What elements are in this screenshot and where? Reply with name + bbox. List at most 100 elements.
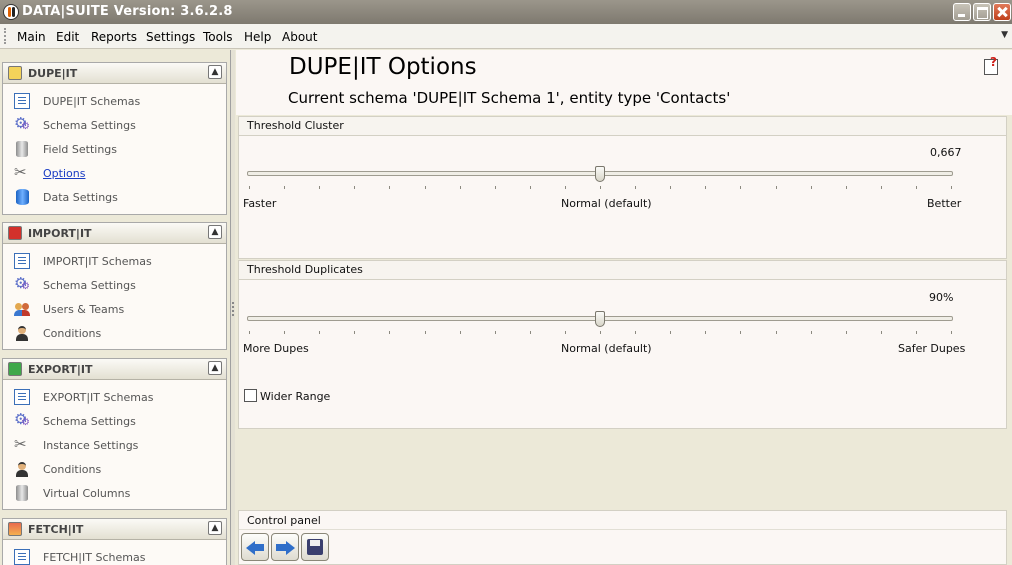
slider-tick	[494, 186, 496, 189]
sidebar-item-schema-settings[interactable]: Schema Settings	[3, 273, 226, 297]
back-button[interactable]	[241, 533, 269, 561]
collapse-chevron-icon[interactable]: ▲	[208, 361, 222, 375]
options-pane: DUPE|IT Options Current schema 'DUPE|IT …	[236, 50, 1012, 565]
sidebar-item-virtual-columns[interactable]: Virtual Columns	[3, 481, 226, 505]
schema-list-icon	[14, 253, 30, 269]
maximize-button[interactable]	[973, 3, 991, 21]
sidebar-item-label: IMPORT|IT Schemas	[43, 255, 152, 268]
minimize-button[interactable]	[953, 3, 971, 21]
group-title: Threshold Duplicates	[239, 261, 1006, 280]
fetchit-section-icon	[8, 522, 22, 536]
slider-tick	[880, 331, 882, 334]
user-icon	[14, 461, 30, 477]
section-header[interactable]: DUPE|IT ▲	[3, 63, 226, 84]
cluster-value: 0,667	[930, 146, 962, 159]
sidebar-item-importit-schemas[interactable]: IMPORT|IT Schemas	[3, 249, 226, 273]
sidebar-item-users-teams[interactable]: Users & Teams	[3, 297, 226, 321]
section-title: IMPORT|IT	[28, 227, 92, 240]
toolbar-grip[interactable]	[4, 28, 9, 44]
slider-tick	[249, 331, 250, 334]
slider-tick	[284, 186, 286, 189]
sidebar-item-options[interactable]: Options	[3, 161, 226, 185]
sidebar-item-label: Field Settings	[43, 143, 118, 156]
sidebar-item-label: Data Settings	[43, 191, 118, 204]
slider-tick	[354, 331, 356, 334]
sidebar-item-dupeit-schemas[interactable]: DUPE|IT Schemas	[3, 89, 226, 113]
sidebar-item-data-settings[interactable]: Data Settings	[3, 185, 226, 209]
slider-tick	[389, 331, 391, 334]
sidebar-item-exportit-schemas[interactable]: EXPORT|IT Schemas	[3, 385, 226, 409]
help-icon[interactable]	[984, 55, 998, 75]
slider-tick	[705, 331, 707, 334]
menu-bar: Main Edit Reports Settings Tools Help Ab…	[0, 24, 1012, 49]
slider-tick	[600, 186, 601, 189]
slider-tick	[424, 186, 426, 189]
menu-reports[interactable]: Reports	[91, 30, 137, 44]
pane-splitter[interactable]	[231, 50, 235, 565]
menu-edit[interactable]: Edit	[56, 30, 79, 44]
slider-tick	[775, 186, 777, 189]
sidebar-item-field-settings[interactable]: Field Settings	[3, 137, 226, 161]
duplicates-slider-thumb[interactable]	[595, 311, 605, 327]
duplicates-label-right: Safer Dupes	[898, 342, 966, 355]
section-importit: IMPORT|IT ▲ IMPORT|IT Schemas Schema Set…	[2, 222, 227, 350]
exportit-section-icon	[8, 362, 22, 376]
slider-tick	[529, 186, 531, 189]
section-header[interactable]: IMPORT|IT ▲	[3, 223, 226, 244]
threshold-duplicates-group: Threshold Duplicates 90% More Dupes Norm…	[238, 260, 1007, 429]
slider-tick	[319, 186, 321, 189]
section-title: EXPORT|IT	[28, 363, 93, 376]
sidebar-item-label: Schema Settings	[43, 119, 136, 132]
sidebar-item-schema-settings[interactable]: Schema Settings	[3, 409, 226, 433]
section-exportit: EXPORT|IT ▲ EXPORT|IT Schemas Schema Set…	[2, 358, 227, 510]
close-button[interactable]	[993, 3, 1011, 21]
menu-help[interactable]: Help	[244, 30, 271, 44]
slider-tick	[249, 186, 250, 189]
schema-list-icon	[14, 549, 30, 565]
slider-tick	[740, 331, 742, 334]
duplicates-label-left: More Dupes	[243, 342, 309, 355]
tools-icon	[14, 435, 30, 453]
group-title: Threshold Cluster	[239, 117, 1006, 136]
section-header[interactable]: EXPORT|IT ▲	[3, 359, 226, 380]
cluster-slider-thumb[interactable]	[595, 166, 605, 182]
importit-section-icon	[8, 226, 22, 240]
slider-tick	[635, 331, 637, 334]
slider-tick	[810, 186, 812, 189]
duplicates-label-mid: Normal (default)	[561, 342, 652, 355]
slider-tick	[915, 331, 917, 334]
slider-tick	[424, 331, 426, 334]
control-panel: Control panel	[238, 510, 1007, 565]
schema-list-icon	[14, 93, 30, 109]
slider-tick	[915, 186, 917, 189]
column-cylinder-icon	[16, 141, 28, 157]
collapse-chevron-icon[interactable]: ▲	[208, 225, 222, 239]
slider-tick	[600, 331, 601, 334]
wider-range-checkbox[interactable]	[244, 389, 257, 402]
slider-tick	[740, 186, 742, 189]
tools-icon	[14, 163, 30, 181]
user-icon	[14, 325, 30, 341]
menu-settings[interactable]: Settings	[146, 30, 195, 44]
sidebar-item-fetchit-schemas[interactable]: FETCH|IT Schemas	[3, 545, 226, 565]
cluster-label-right: Better	[927, 197, 962, 210]
forward-button[interactable]	[271, 533, 299, 561]
slider-tick	[564, 331, 566, 334]
sidebar-item-schema-settings[interactable]: Schema Settings	[3, 113, 226, 137]
save-button[interactable]	[301, 533, 329, 561]
slider-tick	[529, 331, 531, 334]
sidebar-item-conditions[interactable]: Conditions	[3, 321, 226, 345]
sidebar-item-conditions[interactable]: Conditions	[3, 457, 226, 481]
menu-main[interactable]: Main	[17, 30, 46, 44]
sidebar-item-instance-settings[interactable]: Instance Settings	[3, 433, 226, 457]
slider-tick	[459, 186, 461, 189]
sidebar-item-label: Virtual Columns	[43, 487, 131, 500]
menu-tools[interactable]: Tools	[203, 30, 233, 44]
menu-about[interactable]: About	[282, 30, 317, 44]
section-header[interactable]: FETCH|IT ▲	[3, 519, 226, 540]
menu-overflow-chevron-icon[interactable]: ▼	[1001, 30, 1008, 40]
collapse-chevron-icon[interactable]: ▲	[208, 65, 222, 79]
collapse-chevron-icon[interactable]: ▲	[208, 521, 222, 535]
navigation-pane: ▲ DUPE|IT ▲ DUPE|IT Schemas Schema Setti…	[0, 50, 231, 565]
section-title: FETCH|IT	[28, 523, 84, 536]
